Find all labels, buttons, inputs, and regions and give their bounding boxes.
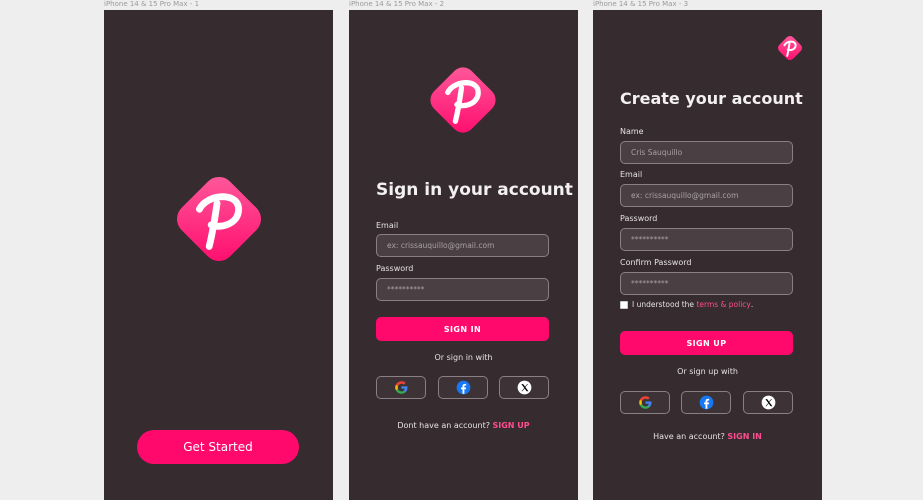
frame-label-3: iPhone 14 & 15 Pro Max - 3: [593, 0, 689, 8]
signin-prompt: Have an account? SIGN IN: [593, 432, 822, 441]
name-label: Name: [620, 127, 644, 136]
facebook-signin-button[interactable]: [438, 376, 488, 399]
sign-up-button[interactable]: SIGN UP: [620, 331, 793, 355]
facebook-icon: [699, 395, 714, 410]
name-input[interactable]: Cris Sauquillo: [620, 141, 793, 164]
google-icon: [394, 380, 409, 395]
sign-in-link[interactable]: SIGN IN: [727, 432, 761, 441]
email-label: Email: [376, 221, 399, 230]
frame-label-2: iPhone 14 & 15 Pro Max - 2: [349, 0, 445, 8]
footer-text: Dont have an account?: [397, 421, 490, 430]
page-title: Create your account: [620, 89, 803, 108]
x-signup-button[interactable]: [743, 391, 793, 414]
or-sign-up-text: Or sign up with: [677, 367, 738, 376]
google-signup-button[interactable]: [620, 391, 670, 414]
brand-p-logo-icon: [170, 170, 268, 268]
confirm-password-input[interactable]: **********: [620, 272, 793, 295]
terms-link[interactable]: terms & policy: [696, 300, 750, 309]
get-started-button[interactable]: Get Started: [137, 430, 299, 464]
confirm-password-label: Confirm Password: [620, 258, 692, 267]
password-label: Password: [376, 264, 414, 273]
terms-checkbox[interactable]: [620, 300, 628, 309]
terms-suffix: .: [750, 300, 754, 309]
or-sign-in-text: Or sign in with: [434, 353, 493, 362]
brand-p-logo-icon: [425, 62, 501, 138]
signup-screen: Create your account Name Cris Sauquillo …: [593, 10, 822, 500]
x-signin-button[interactable]: [499, 376, 549, 399]
x-icon: [761, 395, 776, 410]
frame-label-1: iPhone 14 & 15 Pro Max - 1: [104, 0, 200, 8]
terms-row: I understood the terms & policy.: [620, 300, 753, 309]
page-title: Sign in your account: [376, 180, 573, 200]
splash-screen: Get Started: [104, 10, 333, 500]
signup-prompt: Dont have an account? SIGN UP: [349, 421, 578, 430]
google-icon: [638, 395, 653, 410]
brand-p-logo-icon: [776, 34, 804, 62]
email-input[interactable]: ex: crissauquillo@gmail.com: [620, 184, 793, 207]
password-input[interactable]: **********: [620, 228, 793, 251]
sign-up-link[interactable]: SIGN UP: [493, 421, 530, 430]
sign-in-button[interactable]: SIGN IN: [376, 317, 549, 341]
facebook-icon: [456, 380, 471, 395]
email-input[interactable]: ex: crissauquillo@gmail.com: [376, 234, 549, 257]
google-signin-button[interactable]: [376, 376, 426, 399]
password-label: Password: [620, 214, 658, 223]
footer-text: Have an account?: [653, 432, 725, 441]
signin-screen: Sign in your account Email ex: crissauqu…: [349, 10, 578, 500]
password-input[interactable]: **********: [376, 278, 549, 301]
email-label: Email: [620, 170, 643, 179]
facebook-signup-button[interactable]: [681, 391, 731, 414]
terms-prefix: I understood the: [632, 300, 695, 309]
x-icon: [517, 380, 532, 395]
